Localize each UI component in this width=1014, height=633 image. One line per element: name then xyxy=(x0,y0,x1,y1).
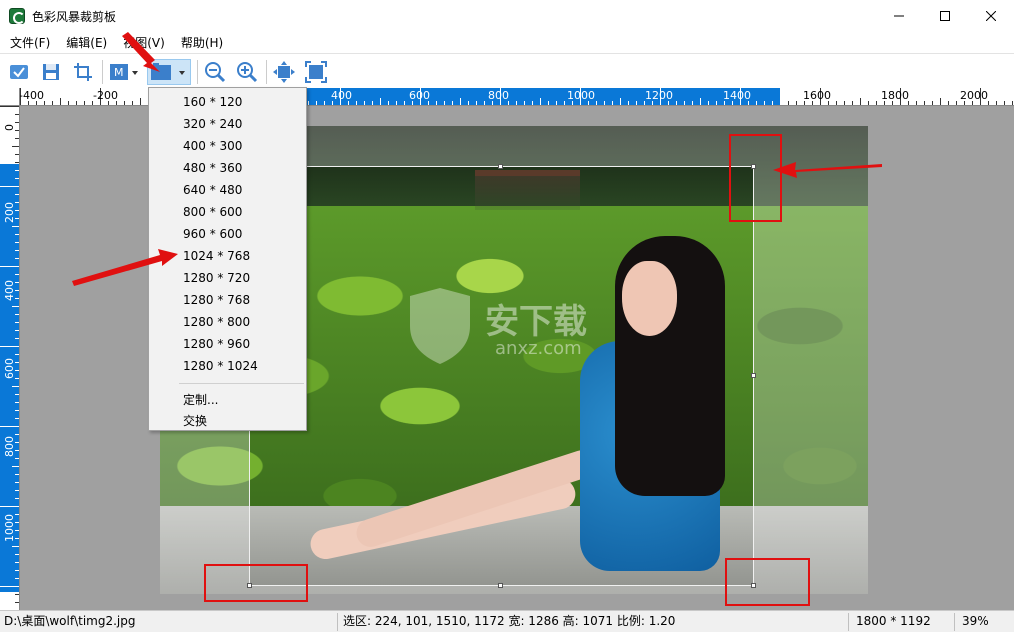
red-arrow-icon xyxy=(72,249,178,286)
red-arrow-icon xyxy=(122,32,160,72)
status-selection-info: 选区: 224, 101, 1510, 1172 宽: 1286 高: 1071… xyxy=(343,614,676,628)
status-bar: D:\桌面\wolf\timg2.jpg 选区: 224, 101, 1510,… xyxy=(0,610,1014,632)
status-image-size: 1800 * 1192 xyxy=(856,614,931,628)
annotation-arrows xyxy=(72,32,882,286)
status-file-path: D:\桌面\wolf\timg2.jpg xyxy=(4,614,136,628)
red-arrow-icon xyxy=(773,162,882,178)
status-zoom: 39% xyxy=(962,614,989,628)
